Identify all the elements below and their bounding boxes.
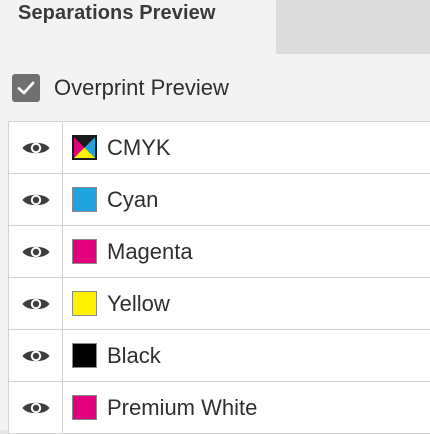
overprint-preview-label: Overprint Preview	[54, 75, 229, 100]
cmyk-swatch-icon	[72, 135, 97, 160]
separation-row[interactable]: CMYK	[8, 122, 430, 174]
visibility-toggle[interactable]	[9, 278, 63, 329]
overprint-preview-checkbox[interactable]	[12, 74, 40, 102]
visibility-toggle[interactable]	[9, 330, 63, 381]
separation-name-cell: Black	[63, 330, 161, 381]
visibility-toggle[interactable]	[9, 226, 63, 277]
separation-label: Yellow	[107, 290, 170, 316]
separation-row[interactable]: Premium White	[8, 382, 430, 434]
separation-name-cell: Cyan	[63, 174, 158, 225]
separation-label: Magenta	[107, 238, 193, 264]
eye-icon	[22, 298, 49, 309]
checkmark-icon	[17, 81, 35, 95]
separations-list: CMYK Cyan Magenta Yellow Black Premium W…	[8, 121, 430, 434]
visibility-toggle[interactable]	[9, 382, 63, 433]
separation-name-cell: Magenta	[63, 226, 193, 277]
color-swatch	[72, 239, 97, 264]
eye-icon	[22, 402, 49, 413]
separation-name-cell: Premium White	[63, 382, 257, 433]
separation-label: Black	[107, 342, 161, 368]
separation-row[interactable]: Magenta	[8, 226, 430, 278]
color-swatch	[72, 187, 97, 212]
separation-label: CMYK	[107, 134, 171, 160]
separation-label: Cyan	[107, 186, 159, 212]
eye-icon	[22, 350, 49, 361]
separation-row[interactable]: Black	[8, 330, 430, 382]
visibility-toggle[interactable]	[9, 122, 63, 173]
separation-row[interactable]: Cyan	[8, 174, 430, 226]
color-swatch	[72, 395, 97, 420]
color-swatch	[72, 291, 97, 316]
tab-separations-preview[interactable]: Separations Preview	[0, 0, 276, 58]
eye-icon	[22, 246, 49, 257]
separation-row[interactable]: Yellow	[8, 278, 430, 330]
separation-name-cell: Yellow	[63, 278, 170, 329]
eye-icon	[22, 194, 49, 205]
color-swatch	[72, 343, 97, 368]
visibility-toggle[interactable]	[9, 174, 63, 225]
eye-icon	[22, 142, 49, 153]
separation-name-cell: CMYK	[63, 122, 171, 173]
overprint-preview-row[interactable]: Overprint Preview	[12, 73, 229, 103]
separation-label: Premium White	[107, 394, 258, 420]
